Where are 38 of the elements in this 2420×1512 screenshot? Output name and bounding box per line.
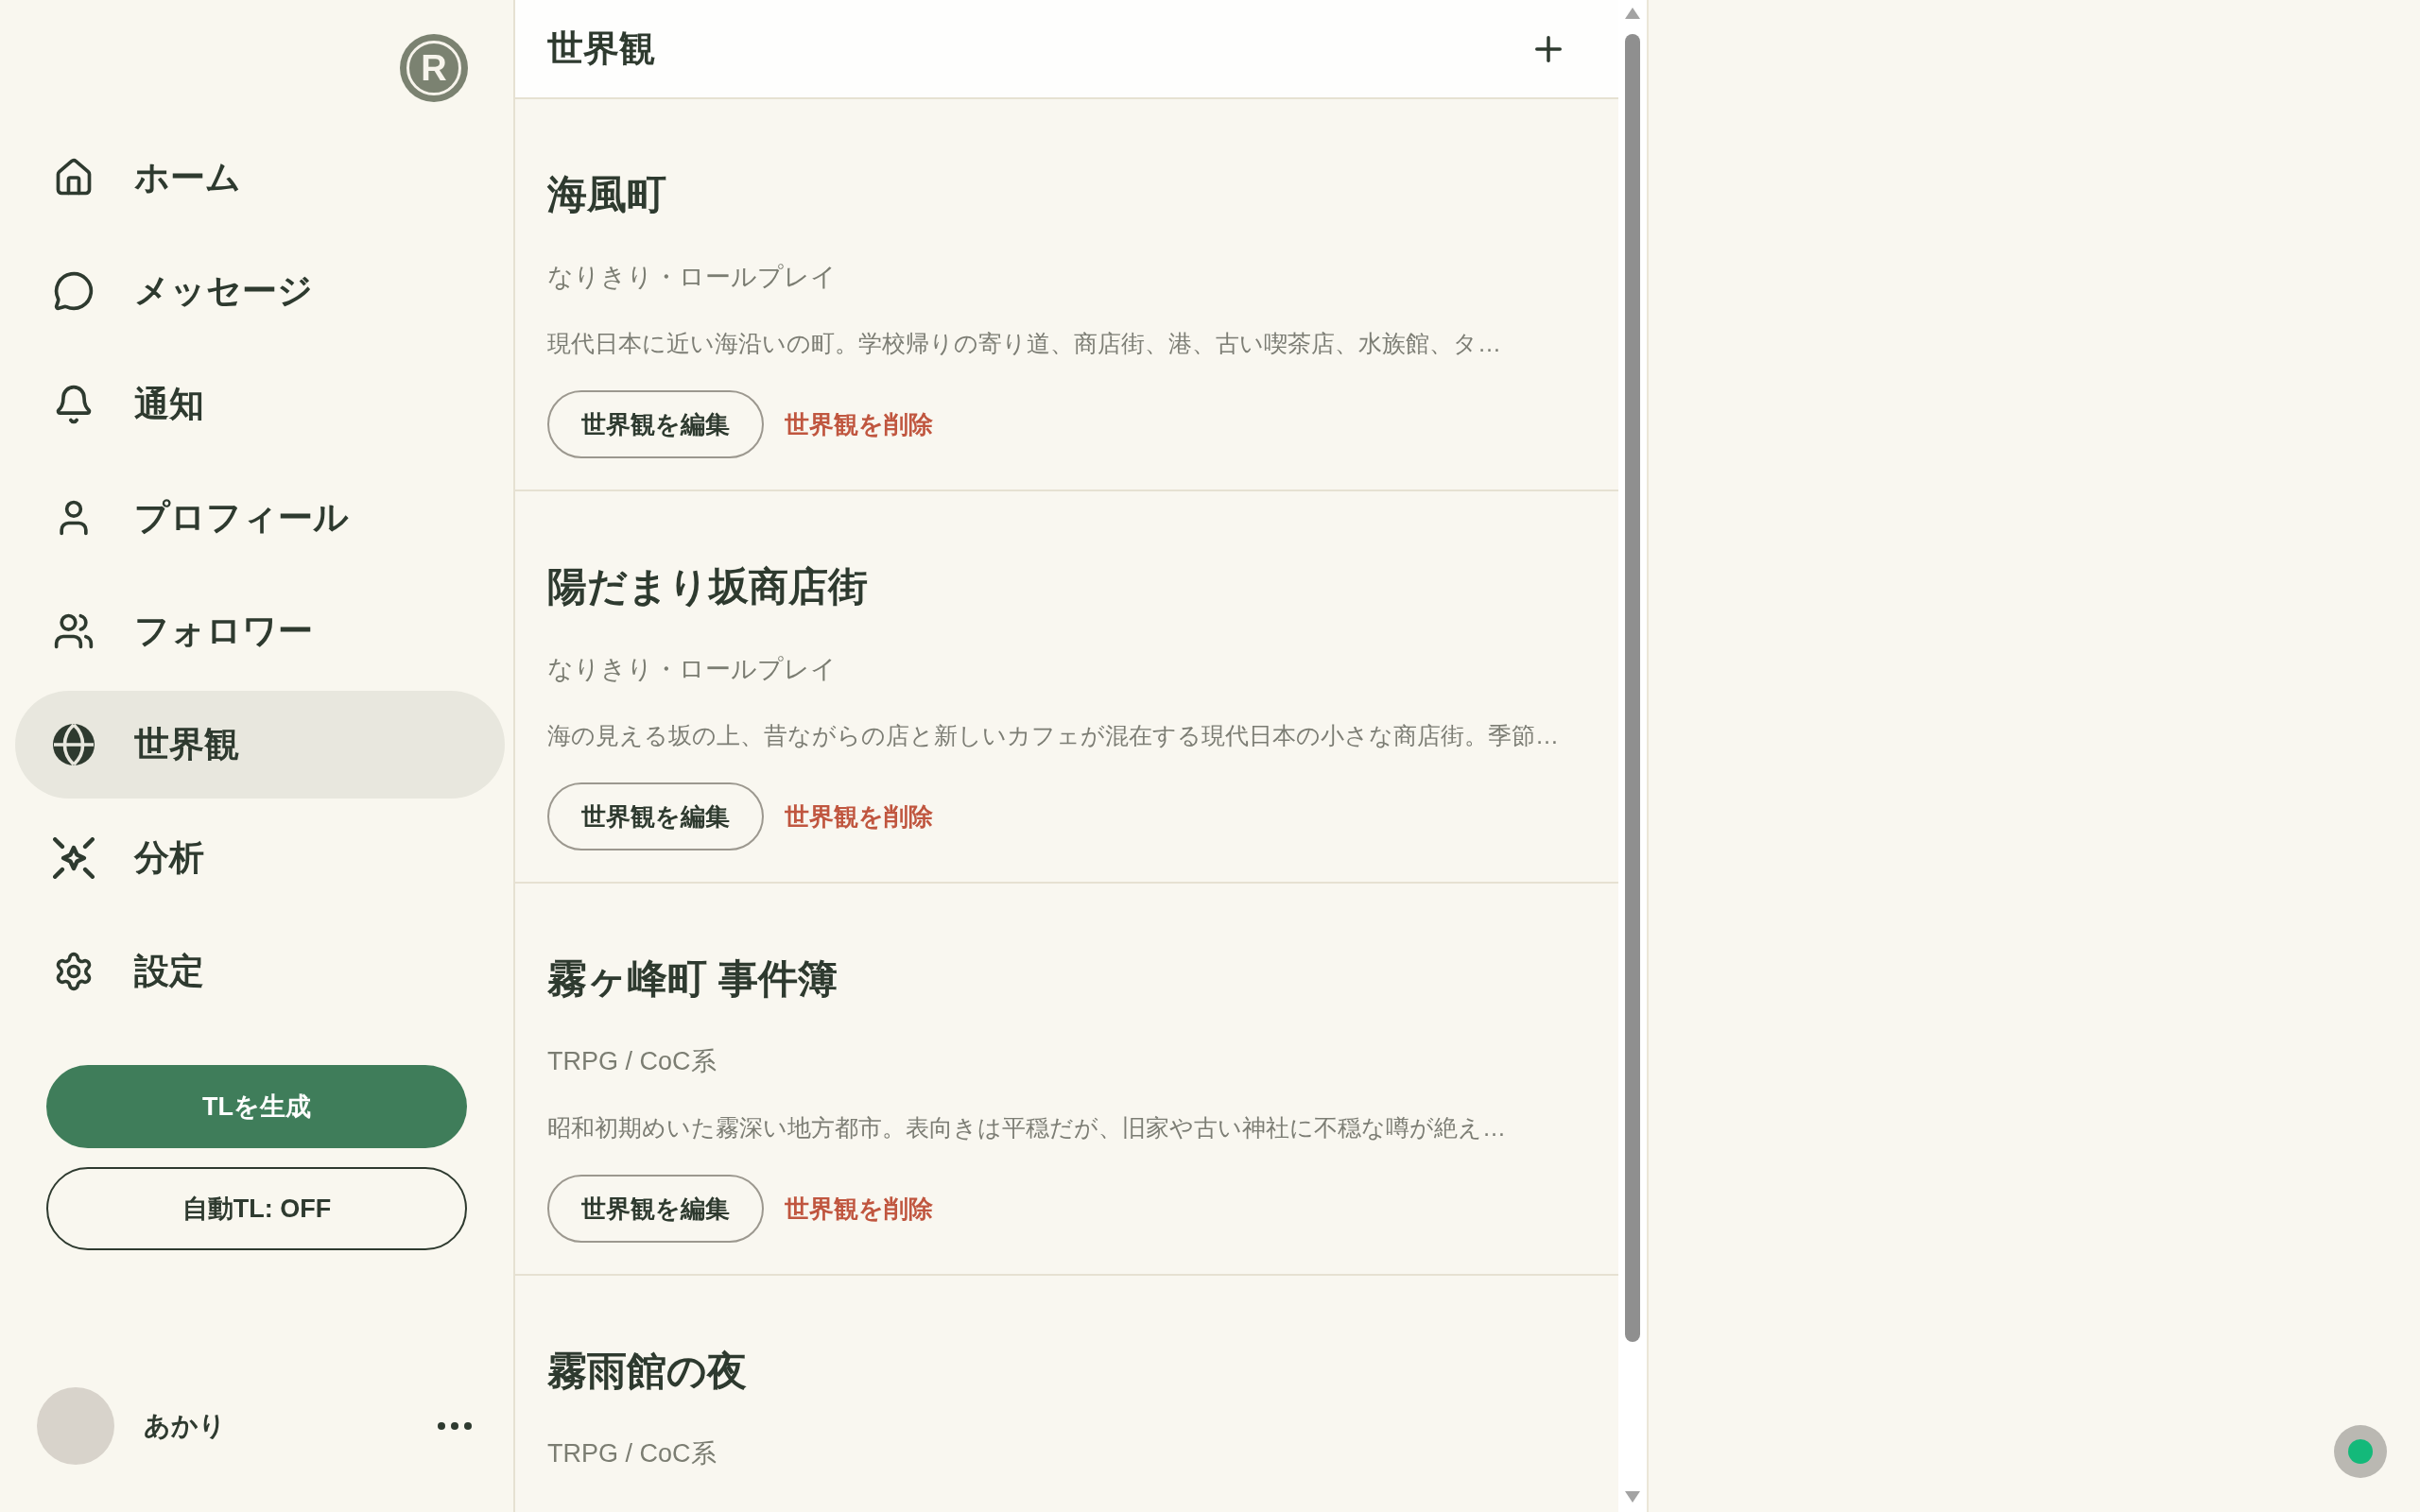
world-genre: なりきり・ロールプレイ <box>547 262 838 293</box>
delete-button[interactable]: 世界観を削除 <box>781 390 937 458</box>
nav-item[interactable]: メッセージ <box>15 237 505 345</box>
scrollbar-thumb[interactable] <box>1625 34 1640 1342</box>
delete-button[interactable]: 世界観を削除 <box>781 782 937 850</box>
nav-item[interactable]: ホーム <box>15 124 505 232</box>
world-description: 昭和初期めいた霧深い地方都市。表向きは平穏だが、旧家や古い神社に不穏な噂が絶え… <box>547 1113 1507 1143</box>
page-title: 世界観 <box>547 27 655 70</box>
world-title: 陽だまり坂商店街 <box>547 563 869 610</box>
nav-item[interactable]: フォロワー <box>15 577 505 685</box>
scrollbar-track[interactable] <box>1618 0 1647 1512</box>
auto-toggle-button[interactable]: 自動TL: OFF <box>46 1167 467 1250</box>
world-description: 現代日本に近い海沿いの町。学校帰りの寄り道、商店街、港、古い喫茶店、水族館、タ… <box>547 329 1502 358</box>
user-name: あかり <box>144 1410 226 1442</box>
world-genre: TRPG / CoC系 <box>547 1046 717 1077</box>
edit-button[interactable]: 世界観を編集 <box>547 390 764 458</box>
edit-button[interactable]: 世界観を編集 <box>547 1175 764 1243</box>
generate-button[interactable]: TLを生成 <box>46 1065 467 1148</box>
world-title: 霧ヶ峰町 事件簿 <box>547 955 838 1003</box>
logo[interactable]: R <box>400 34 468 102</box>
sparkle-icon <box>53 837 95 879</box>
world-title: 霧雨館の夜 <box>547 1348 748 1395</box>
globe-icon <box>53 724 95 765</box>
scroll-up-arrow-icon[interactable] <box>1625 8 1640 19</box>
world-genre: TRPG / CoC系 <box>547 1438 717 1469</box>
world-description: 海の見える坂の上、昔ながらの店と新しいカフェが混在する現代日本の小さな商店街。季節… <box>547 721 1560 750</box>
scroll-down-arrow-icon[interactable] <box>1625 1491 1640 1503</box>
nav-item[interactable]: プロフィール <box>15 464 505 572</box>
chat-bubble-icon <box>53 270 95 312</box>
nav-item[interactable]: 通知 <box>15 351 505 458</box>
delete-button[interactable]: 世界観を削除 <box>781 1175 937 1243</box>
nav-item[interactable]: 分析 <box>15 804 505 912</box>
edit-button[interactable]: 世界観を編集 <box>547 782 764 850</box>
nav-item[interactable]: 設定 <box>15 918 505 1025</box>
more-icon <box>438 1422 472 1430</box>
nav-item[interactable]: 世界観 <box>15 691 505 799</box>
world-genre: なりきり・ロールプレイ <box>547 654 838 685</box>
world-title: 海風町 <box>547 171 667 218</box>
